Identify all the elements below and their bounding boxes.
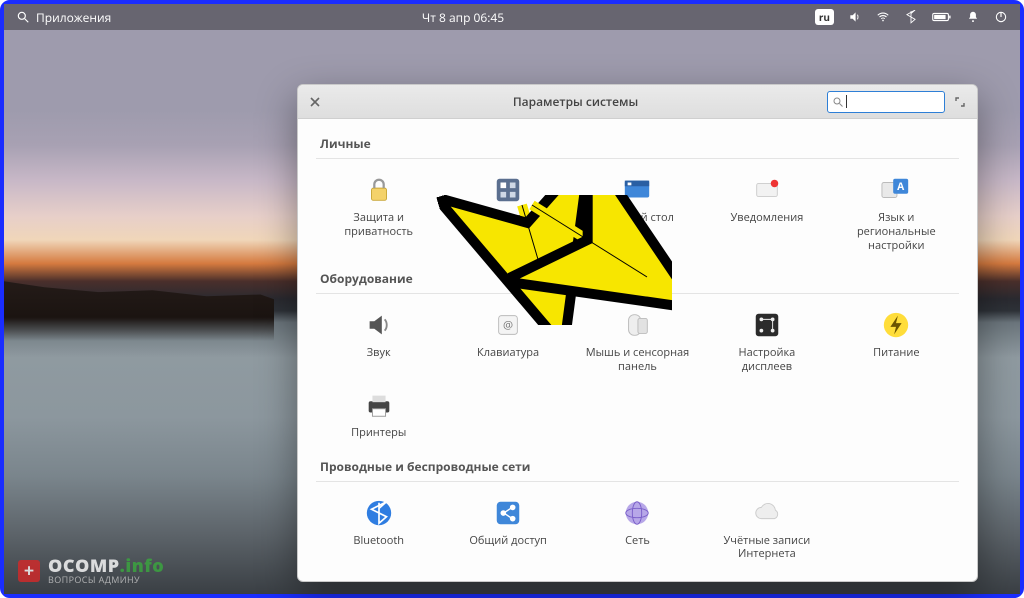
wifi-icon[interactable] <box>876 10 890 24</box>
bluetooth-round-icon <box>364 498 394 528</box>
svg-text:@: @ <box>503 318 513 333</box>
system-settings-window: Параметры системы Личные Защита и приват… <box>297 84 978 582</box>
section-admin-title: Администрирование <box>316 567 959 581</box>
item-desktop[interactable]: Рабочий стол <box>575 169 700 258</box>
volume-icon[interactable] <box>848 10 862 24</box>
applications-label: Приложения <box>36 9 111 26</box>
watermark-plus-icon: + <box>18 560 40 582</box>
desktop-icon <box>622 175 652 205</box>
cloud-icon <box>752 498 782 528</box>
window-title: Параметры системы <box>324 93 827 110</box>
close-icon <box>310 97 320 107</box>
locale-icon: A <box>880 175 912 205</box>
item-online-accounts[interactable]: Учётные записи Интернета <box>704 492 829 568</box>
item-security-privacy[interactable]: Защита и приватность <box>316 169 441 258</box>
keyboard-layout-indicator[interactable]: ru <box>815 9 834 25</box>
section-network-title: Проводные и беспроводные сети <box>316 446 959 481</box>
bluetooth-icon[interactable] <box>904 10 918 24</box>
battery-icon[interactable] <box>932 10 952 24</box>
item-network[interactable]: Сеть <box>575 492 700 568</box>
power-icon[interactable] <box>994 10 1008 24</box>
item-sharing[interactable]: Общий доступ <box>445 492 570 568</box>
network-globe-icon <box>622 498 652 528</box>
item-applications[interactable]: Приложения <box>445 169 570 258</box>
top-panel: Приложения Чт 8 апр 06:45 ru <box>4 4 1020 30</box>
keyboard-key-icon: @ <box>493 310 523 340</box>
apps-icon <box>493 175 523 205</box>
window-titlebar: Параметры системы <box>298 85 977 119</box>
maximize-icon <box>955 97 965 107</box>
item-mouse-touchpad[interactable]: Мышь и сенсорная панель <box>575 304 700 380</box>
mouse-icon <box>622 310 652 340</box>
item-sound[interactable]: Звук <box>316 304 441 380</box>
section-personal-title: Личные <box>316 123 959 158</box>
notification-toast-icon <box>752 175 782 205</box>
svg-text:A: A <box>897 180 905 194</box>
item-displays[interactable]: Настройка дисплеев <box>704 304 829 380</box>
item-printers[interactable]: Принтеры <box>316 384 441 446</box>
section-hardware-title: Оборудование <box>316 258 959 293</box>
notifications-icon[interactable] <box>966 10 980 24</box>
settings-search[interactable] <box>827 91 945 113</box>
display-arrange-icon <box>752 310 782 340</box>
printer-icon <box>364 390 394 420</box>
applications-menu[interactable]: Приложения <box>16 9 111 26</box>
search-icon <box>16 10 30 24</box>
text-caret <box>846 95 847 108</box>
lock-icon <box>364 175 394 205</box>
watermark: + OCOMP.info ВОПРОСЫ АДМИНУ <box>18 557 164 584</box>
speaker-icon <box>364 310 394 340</box>
item-power[interactable]: Питание <box>834 304 959 380</box>
window-maximize-button[interactable] <box>951 93 969 111</box>
item-bluetooth[interactable]: Bluetooth <box>316 492 441 568</box>
share-icon <box>493 498 523 528</box>
search-icon <box>832 96 844 108</box>
watermark-tagline: ВОПРОСЫ АДМИНУ <box>48 575 164 584</box>
item-keyboard[interactable]: @ Клавиатура <box>445 304 570 380</box>
window-close-button[interactable] <box>306 93 324 111</box>
clock[interactable]: Чт 8 апр 06:45 <box>422 9 504 26</box>
item-notifications[interactable]: Уведомления <box>704 169 829 258</box>
item-language-region[interactable]: A Язык и региональные настройки <box>834 169 959 258</box>
power-bolt-icon <box>881 310 911 340</box>
settings-content: Личные Защита и приватность Приложения Р… <box>298 119 977 581</box>
